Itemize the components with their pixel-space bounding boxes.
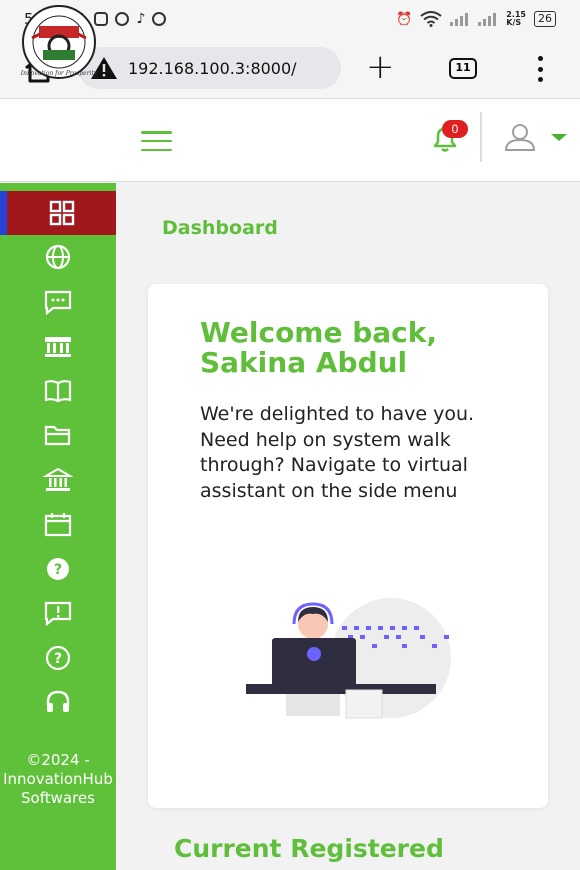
sidebar-item-virtual-assistant[interactable]	[0, 680, 116, 724]
book-icon	[44, 380, 72, 403]
svg-text:?: ?	[54, 562, 62, 578]
app-header	[0, 98, 580, 182]
address-bar[interactable]: 192.168.100.3:8000/	[78, 47, 341, 89]
svg-text:?: ?	[54, 651, 62, 667]
pinterest-icon	[115, 12, 130, 26]
tab-switcher-button[interactable]: 11	[449, 58, 477, 79]
folder-icon	[44, 425, 71, 446]
sidebar-item-finance[interactable]	[0, 458, 116, 502]
headset-icon	[46, 690, 70, 712]
university-logo[interactable]: Innovation for Prosperity	[2, 4, 116, 80]
sidebar-item-faq[interactable]: ?	[0, 636, 116, 680]
feedback-icon	[44, 601, 72, 626]
url-text: 192.168.100.3:8000/	[128, 58, 297, 78]
user-menu-caret-icon[interactable]	[551, 134, 567, 141]
browser-menu-icon[interactable]	[532, 56, 548, 82]
bank-icon	[43, 467, 73, 491]
sidebar-item-help[interactable]: ?	[0, 547, 116, 591]
sidebar-item-courses[interactable]	[0, 369, 116, 413]
page-title: Dashboard	[162, 217, 278, 239]
welcome-heading: Welcome back, Sakina Abdul	[200, 316, 438, 379]
welcome-message: We're delighted to have you. Need help o…	[200, 403, 475, 502]
sidebar-item-calendar[interactable]	[0, 502, 116, 546]
sidebar-footer: ©2024 - InnovationHub Softwares	[3, 751, 113, 807]
header-divider	[480, 112, 482, 162]
alarm-icon: ⏰	[396, 11, 413, 27]
sidebar-item-messages[interactable]	[0, 280, 116, 324]
dashboard-icon	[49, 200, 74, 226]
sidebar-item-buildings[interactable]	[0, 324, 116, 368]
wifi-icon	[420, 11, 442, 27]
calendar-icon	[44, 513, 72, 537]
svg-text:Innovation for Prosperity: Innovation for Prosperity	[20, 70, 98, 77]
new-tab-button[interactable]: +	[366, 48, 395, 86]
chat-icon	[44, 290, 72, 315]
user-avatar-icon[interactable]	[503, 123, 537, 151]
help-outline-icon: ?	[45, 645, 71, 671]
tiktok-icon: ♪	[136, 11, 146, 27]
building-icon	[45, 337, 71, 357]
support-agent-illustration	[246, 598, 451, 719]
notification-count-badge: 0	[442, 120, 468, 138]
section-title-current-registered: Current Registered	[174, 834, 444, 863]
system-icons: ⏰ 2.15 K/S 26	[396, 11, 556, 27]
sidebar-item-dashboard[interactable]	[0, 191, 116, 235]
net-speed: 2.15 K/S	[506, 10, 526, 27]
battery-level: 26	[534, 11, 556, 27]
sidebar-toggle-button[interactable]	[141, 131, 172, 151]
help-filled-icon: ?	[47, 558, 69, 580]
globe-icon	[45, 244, 71, 270]
signal-icon-2	[478, 13, 497, 26]
spotify-icon	[152, 12, 167, 26]
signal-icon	[450, 13, 469, 26]
sidebar-item-feedback[interactable]	[0, 591, 116, 635]
sidebar-item-globe[interactable]	[0, 235, 116, 279]
sidebar-item-documents[interactable]	[0, 413, 116, 457]
